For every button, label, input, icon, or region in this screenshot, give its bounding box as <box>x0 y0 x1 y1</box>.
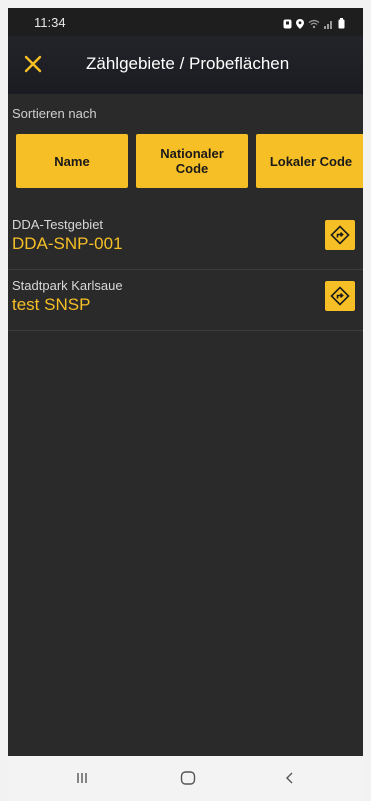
wifi-icon <box>308 16 320 34</box>
sort-label: Sortieren nach <box>12 106 97 121</box>
status-time: 11:34 <box>34 15 66 30</box>
directions-icon[interactable] <box>325 281 355 311</box>
sort-by-local-code-button[interactable]: Lokaler Code <box>256 134 363 188</box>
system-nav-bar <box>8 756 363 801</box>
location-icon <box>296 16 304 34</box>
signal-icon <box>324 16 334 34</box>
list-item[interactable]: Stadtpark Karlsaue test SNSP <box>8 270 363 331</box>
sort-button-label: Nationaler Code <box>160 146 224 176</box>
notification-icon <box>283 16 292 34</box>
sort-button-label: Lokaler Code <box>269 153 353 169</box>
sort-by-name-button[interactable]: Name <box>16 134 128 188</box>
home-icon[interactable] <box>176 767 200 789</box>
list-item[interactable]: DDA-Testgebiet DDA-SNP-001 <box>8 209 363 270</box>
back-icon[interactable] <box>278 767 302 789</box>
area-name: Stadtpark Karlsaue <box>12 278 123 293</box>
app-toolbar: Zählgebiete / Probeflächen <box>8 36 363 94</box>
recent-apps-icon[interactable] <box>70 767 94 789</box>
battery-icon <box>338 16 345 34</box>
sort-by-national-code-button[interactable]: Nationaler Code <box>136 134 248 188</box>
app-screen: 11:34 Zählgebiete / Probeflächen Sortier… <box>8 8 363 801</box>
status-icons <box>283 16 345 34</box>
status-bar: 11:34 <box>8 8 363 36</box>
area-name: DDA-Testgebiet <box>12 217 104 232</box>
area-code: DDA-SNP-001 <box>12 234 123 253</box>
directions-icon[interactable] <box>325 220 355 250</box>
sort-button-label: Name <box>54 153 90 169</box>
close-icon[interactable] <box>20 51 46 77</box>
area-code: test SNSP <box>12 295 91 314</box>
page-title: Zählgebiete / Probeflächen <box>86 54 290 73</box>
